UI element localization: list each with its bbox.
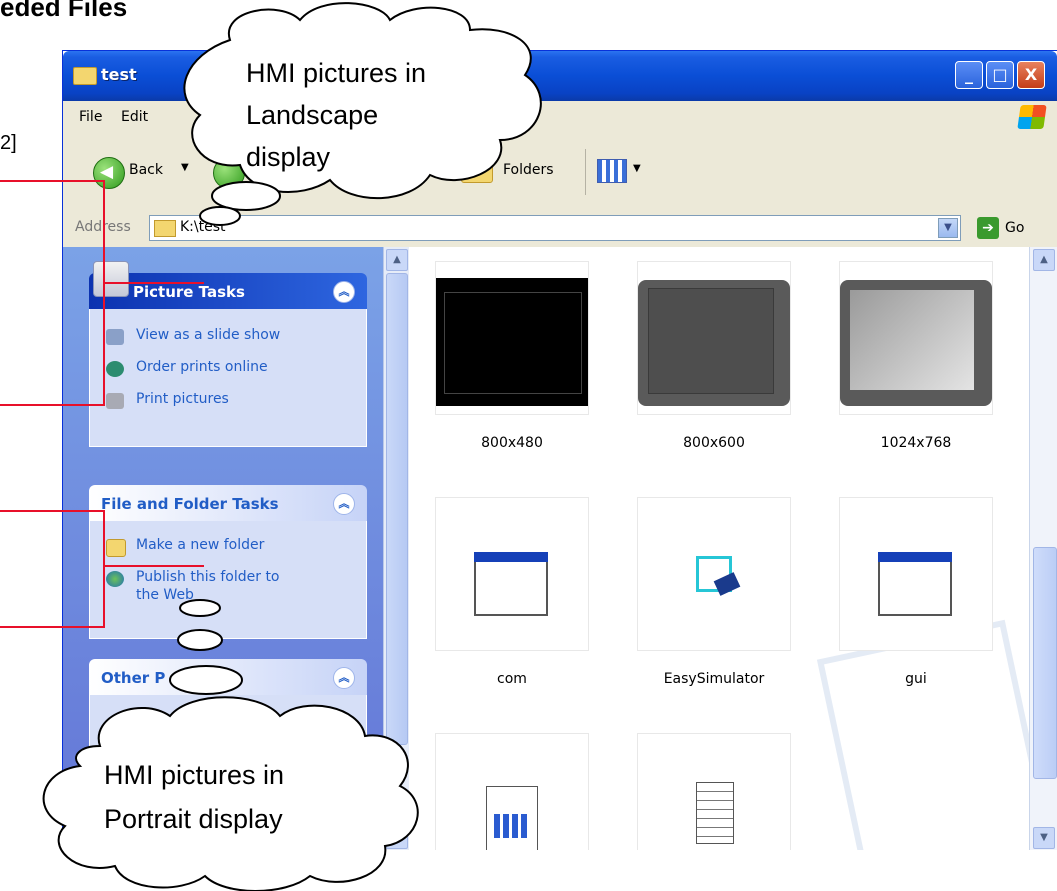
cloud-bubble xyxy=(199,206,241,226)
windows-logo-icon xyxy=(1017,105,1047,129)
folder-icon xyxy=(73,67,97,85)
thumbnail xyxy=(637,733,791,850)
scroll-up-arrow-icon[interactable]: ▲ xyxy=(386,249,408,271)
portrait-callout: HMI pictures in Portrait display xyxy=(42,599,419,891)
views-dropdown-icon[interactable]: ▼ xyxy=(633,163,641,174)
watermark-picture-icon xyxy=(816,619,1029,850)
new-folder-icon xyxy=(106,539,126,557)
go-arrow-icon[interactable]: ➔ xyxy=(977,217,999,239)
landscape-callout: HMI pictures in Landscape display xyxy=(183,2,542,226)
address-dropdown-icon[interactable]: ▼ xyxy=(938,218,958,238)
file-name: EasySimulator xyxy=(663,671,765,687)
printer-icon xyxy=(106,393,124,409)
document-heading: eded Files xyxy=(0,0,128,22)
cloud-bubble xyxy=(179,599,221,617)
globe-icon xyxy=(106,361,124,377)
thumbnail xyxy=(435,261,589,415)
file-name: com xyxy=(497,671,527,687)
annotation-line xyxy=(0,510,104,512)
file-folder-tasks-header[interactable]: File and Folder Tasks ︽ xyxy=(89,485,367,521)
publish-globe-icon xyxy=(106,571,124,587)
landscape-callout-line-3: display xyxy=(246,142,331,172)
thumbnail xyxy=(435,497,589,651)
thumbnail xyxy=(839,261,993,415)
close-button[interactable]: X xyxy=(1017,61,1045,89)
reference-fragment: 2] xyxy=(0,132,17,154)
file-name: gui xyxy=(905,671,927,687)
scroll-down-arrow-icon[interactable]: ▼ xyxy=(1033,827,1055,849)
cloud-shape xyxy=(42,696,419,891)
collapse-icon[interactable]: ︽ xyxy=(333,493,355,515)
maximize-button[interactable]: □ xyxy=(986,61,1014,89)
thumbnail xyxy=(839,497,993,651)
cloud-bubble xyxy=(211,181,281,211)
go-button[interactable]: Go xyxy=(1005,220,1024,236)
menu-edit[interactable]: Edit xyxy=(121,109,148,125)
thumbnail xyxy=(637,261,791,415)
landscape-callout-line-2: Landscape xyxy=(246,100,378,130)
window-title: test xyxy=(101,65,137,84)
scrollbar-thumb[interactable] xyxy=(1033,547,1057,779)
cloud-bubble xyxy=(177,629,223,651)
annotation-line xyxy=(0,404,104,406)
back-arrow-icon[interactable] xyxy=(93,157,125,189)
picture-tasks-panel: Picture Tasks ︽ View as a slide show Ord… xyxy=(89,261,367,447)
file-list: 800x480 800x600 1024x768 com EasySimulat… xyxy=(409,247,1029,850)
picture-tasks-title: Picture Tasks xyxy=(133,283,245,301)
file-name: 800x600 xyxy=(683,435,745,451)
picture-tasks-header[interactable]: Picture Tasks ︽ xyxy=(89,273,367,309)
picture-tasks-icon xyxy=(93,261,129,297)
annotation-line xyxy=(104,282,204,284)
scroll-up-arrow-icon[interactable]: ▲ xyxy=(1033,249,1055,271)
toolbar-separator xyxy=(585,149,586,195)
file-list-scrollbar[interactable]: ▲ ▼ xyxy=(1029,247,1057,850)
cloud-bubble xyxy=(169,665,243,695)
portrait-callout-line-1: HMI pictures in xyxy=(104,760,284,790)
file-name: 1024x768 xyxy=(880,435,952,451)
back-button[interactable]: Back xyxy=(129,162,163,178)
picture-tasks-body: View as a slide show Order prints online… xyxy=(89,309,367,447)
annotation-line xyxy=(0,180,104,182)
portrait-callout-line-2: Portrait display xyxy=(104,804,283,834)
task-label: Print pictures xyxy=(136,391,229,407)
task-label: Publish this folder to xyxy=(136,569,280,585)
landscape-callout-line-1: HMI pictures in xyxy=(246,58,426,88)
thumbnail xyxy=(637,497,791,651)
file-name: 800x480 xyxy=(481,435,543,451)
task-label: Make a new folder xyxy=(136,537,265,553)
task-label: View as a slide show xyxy=(136,327,281,343)
annotation-line xyxy=(104,565,204,567)
annotation-line xyxy=(103,180,105,406)
menu-file[interactable]: File xyxy=(79,109,102,125)
task-label: Order prints online xyxy=(136,359,268,375)
minimize-button[interactable]: _ xyxy=(955,61,983,89)
views-icon[interactable] xyxy=(597,159,627,183)
collapse-icon[interactable]: ︽ xyxy=(333,281,355,303)
file-folder-tasks-title: File and Folder Tasks xyxy=(101,495,279,513)
slideshow-icon xyxy=(106,329,124,345)
thumbnail xyxy=(435,733,589,850)
